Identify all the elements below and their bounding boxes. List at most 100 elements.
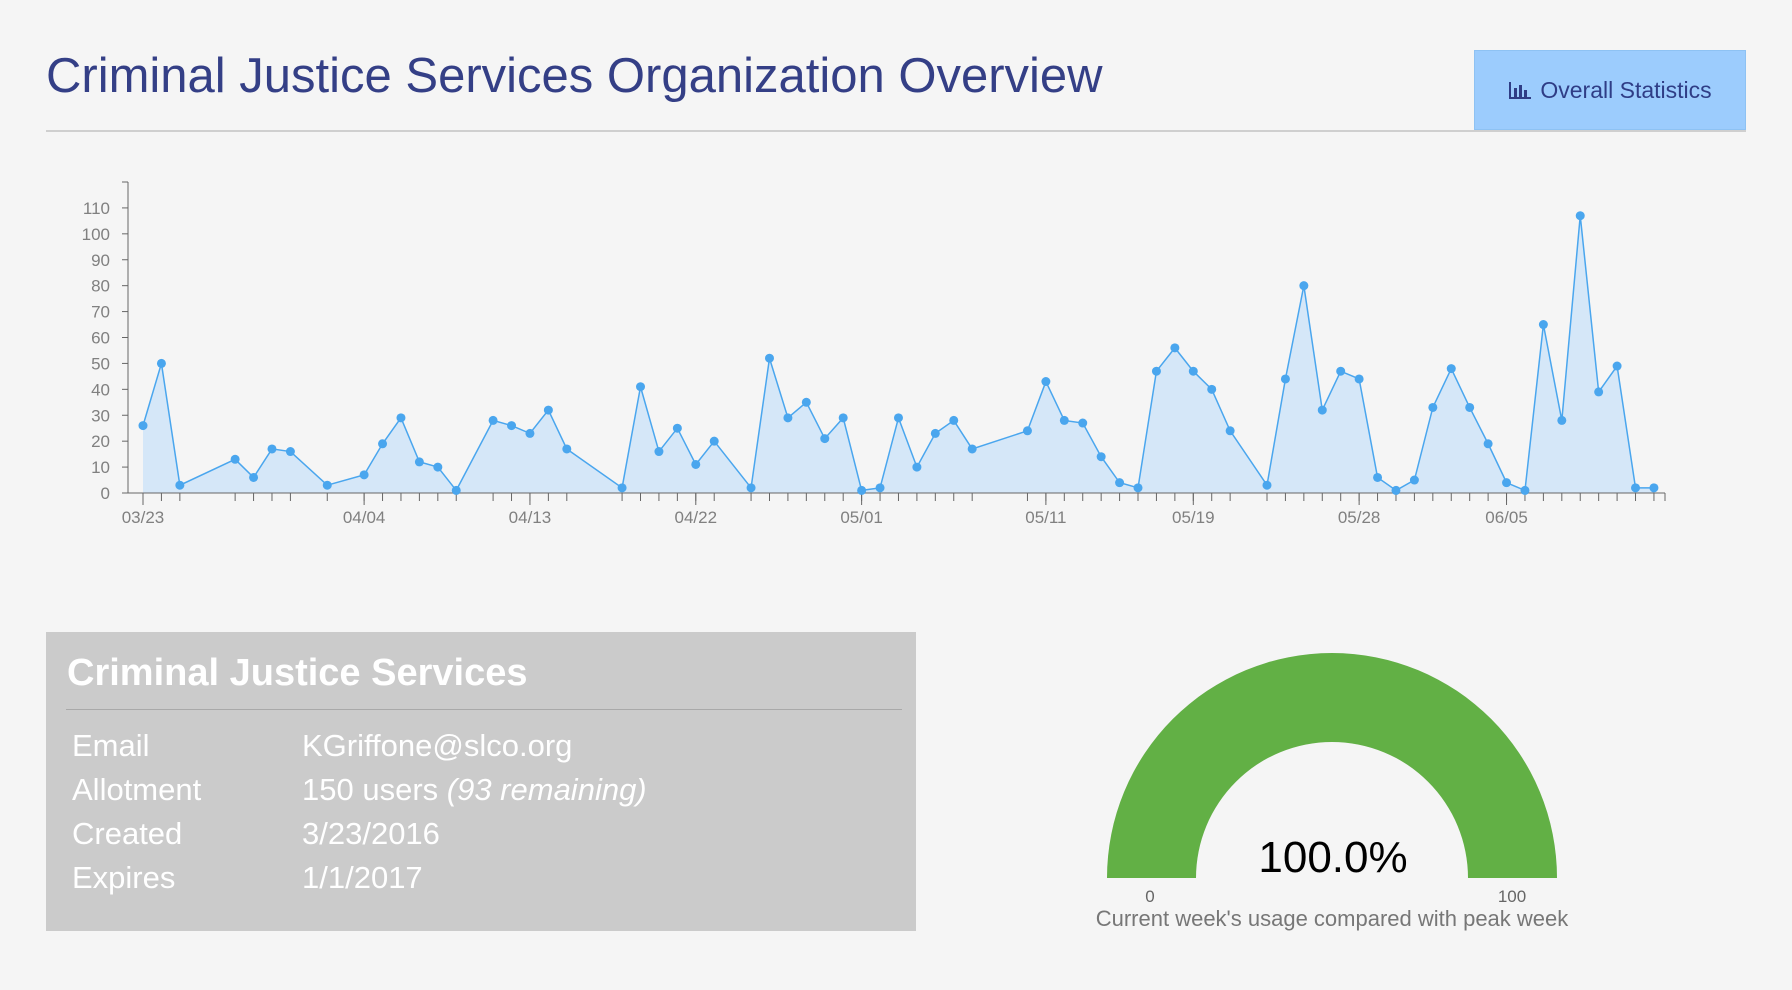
allotment-label: Allotment bbox=[72, 772, 202, 807]
org-info-table: Email KGriffone@slco.org Allotment 150 u… bbox=[66, 724, 896, 900]
data-point bbox=[396, 413, 406, 423]
y-tick-label-60: 60 bbox=[91, 329, 110, 348]
data-point bbox=[1631, 483, 1641, 493]
data-point bbox=[746, 483, 756, 493]
org-name: Criminal Justice Services bbox=[67, 652, 528, 694]
data-point bbox=[691, 459, 701, 469]
data-point bbox=[507, 421, 517, 431]
data-point bbox=[267, 444, 277, 454]
data-point bbox=[1446, 364, 1456, 374]
data-point bbox=[1575, 211, 1585, 221]
data-point bbox=[1299, 281, 1309, 291]
data-point bbox=[930, 428, 940, 438]
data-point bbox=[672, 423, 682, 433]
data-point bbox=[1059, 415, 1069, 425]
overall-statistics-label: Overall Statistics bbox=[1540, 76, 1712, 103]
data-point bbox=[138, 421, 148, 431]
email-label: Email bbox=[72, 728, 150, 763]
data-point bbox=[451, 485, 461, 495]
data-point bbox=[1428, 402, 1438, 412]
usage-area bbox=[143, 215, 1654, 494]
data-point bbox=[1336, 366, 1346, 376]
usage-gauge: 100.0% 0 100 Current week's usage compar… bbox=[1060, 640, 1600, 940]
x-tick-label: 05/19 bbox=[1172, 508, 1215, 527]
data-point bbox=[156, 358, 166, 368]
data-point bbox=[1612, 361, 1622, 371]
gauge-min-label: 0 bbox=[1145, 887, 1154, 906]
x-tick-label: 03/23 bbox=[122, 508, 165, 527]
data-point bbox=[1557, 415, 1567, 425]
usage-chart-svg: 0 10 20 30 40 50 60 70 80 90 100 110 03/23 04/04 04/13… bbox=[82, 181, 1666, 527]
data-point bbox=[1096, 452, 1106, 462]
data-point bbox=[783, 413, 793, 423]
expires-value: 1/1/2017 bbox=[302, 860, 423, 895]
org-info-card: Criminal Justice Services Email KGriffon… bbox=[46, 632, 916, 931]
created-label: Created bbox=[72, 816, 183, 851]
data-point bbox=[378, 439, 388, 449]
x-tick-label: 04/13 bbox=[509, 508, 552, 527]
usage-gauge-svg: 100.0% 0 100 Current week's usage compar… bbox=[1096, 653, 1570, 931]
bar-chart-icon bbox=[1508, 80, 1532, 100]
data-point bbox=[1078, 418, 1088, 428]
created-value: 3/23/2016 bbox=[302, 816, 440, 851]
data-point bbox=[230, 454, 240, 464]
data-point bbox=[1373, 472, 1383, 482]
data-point bbox=[801, 397, 811, 407]
email-value: KGriffone@slco.org bbox=[302, 728, 573, 763]
data-point bbox=[1115, 478, 1125, 488]
y-tick-label-40: 40 bbox=[91, 380, 110, 399]
data-point bbox=[820, 434, 830, 444]
data-point bbox=[1133, 483, 1143, 493]
y-tick-label-90: 90 bbox=[91, 251, 110, 270]
y-tick-label-20: 20 bbox=[91, 432, 110, 451]
page-title: Criminal Justice Services Organization O… bbox=[46, 49, 1103, 103]
x-tick-label: 04/04 bbox=[343, 508, 386, 527]
data-point bbox=[1594, 387, 1604, 397]
y-tick-label-30: 30 bbox=[91, 406, 110, 425]
data-point bbox=[1483, 439, 1493, 449]
allotment-value: 150 users (93 remaining) bbox=[302, 772, 647, 807]
data-point bbox=[1170, 343, 1180, 353]
data-point bbox=[1262, 480, 1272, 490]
data-point bbox=[1207, 384, 1217, 394]
org-divider bbox=[66, 709, 902, 710]
x-tick-label: 05/28 bbox=[1338, 508, 1381, 527]
data-point bbox=[285, 447, 295, 457]
data-point bbox=[764, 353, 774, 363]
x-tick-label: 05/01 bbox=[840, 508, 883, 527]
x-tick-label: 04/22 bbox=[675, 508, 718, 527]
data-point bbox=[1520, 485, 1530, 495]
data-point bbox=[1502, 478, 1512, 488]
data-point bbox=[1538, 320, 1548, 330]
y-tick-label-100: 100 bbox=[82, 225, 110, 244]
y-tick-label-50: 50 bbox=[91, 354, 110, 373]
data-point bbox=[562, 444, 572, 454]
expires-label: Expires bbox=[72, 860, 176, 895]
data-point bbox=[875, 483, 885, 493]
overall-statistics-button[interactable]: Overall Statistics bbox=[1474, 50, 1746, 130]
data-point bbox=[912, 462, 922, 472]
data-point bbox=[636, 382, 646, 392]
usage-chart: 0 10 20 30 40 50 60 70 80 90 100 110 03/23 04/04 04/13… bbox=[0, 170, 1792, 540]
data-point bbox=[1188, 366, 1198, 376]
data-point bbox=[322, 480, 332, 490]
gauge-caption: Current week's usage compared with peak … bbox=[1096, 906, 1570, 931]
gauge-max-label: 100 bbox=[1498, 887, 1526, 906]
data-point bbox=[1409, 475, 1419, 485]
y-tick-label-70: 70 bbox=[91, 303, 110, 322]
y-tick-label-10: 10 bbox=[91, 458, 110, 477]
data-point bbox=[488, 415, 498, 425]
data-point bbox=[1280, 374, 1290, 384]
data-point bbox=[249, 472, 259, 482]
info-row-email: Email KGriffone@slco.org bbox=[66, 724, 896, 768]
data-point bbox=[1041, 377, 1051, 387]
data-point bbox=[433, 462, 443, 472]
data-point bbox=[1391, 485, 1401, 495]
allotment-remaining: (93 remaining) bbox=[446, 772, 647, 807]
data-point bbox=[967, 444, 977, 454]
data-point bbox=[857, 485, 867, 495]
info-row-created: Created 3/23/2016 bbox=[66, 812, 896, 856]
data-point bbox=[1649, 483, 1659, 493]
data-point bbox=[893, 413, 903, 423]
data-point bbox=[1225, 426, 1235, 436]
